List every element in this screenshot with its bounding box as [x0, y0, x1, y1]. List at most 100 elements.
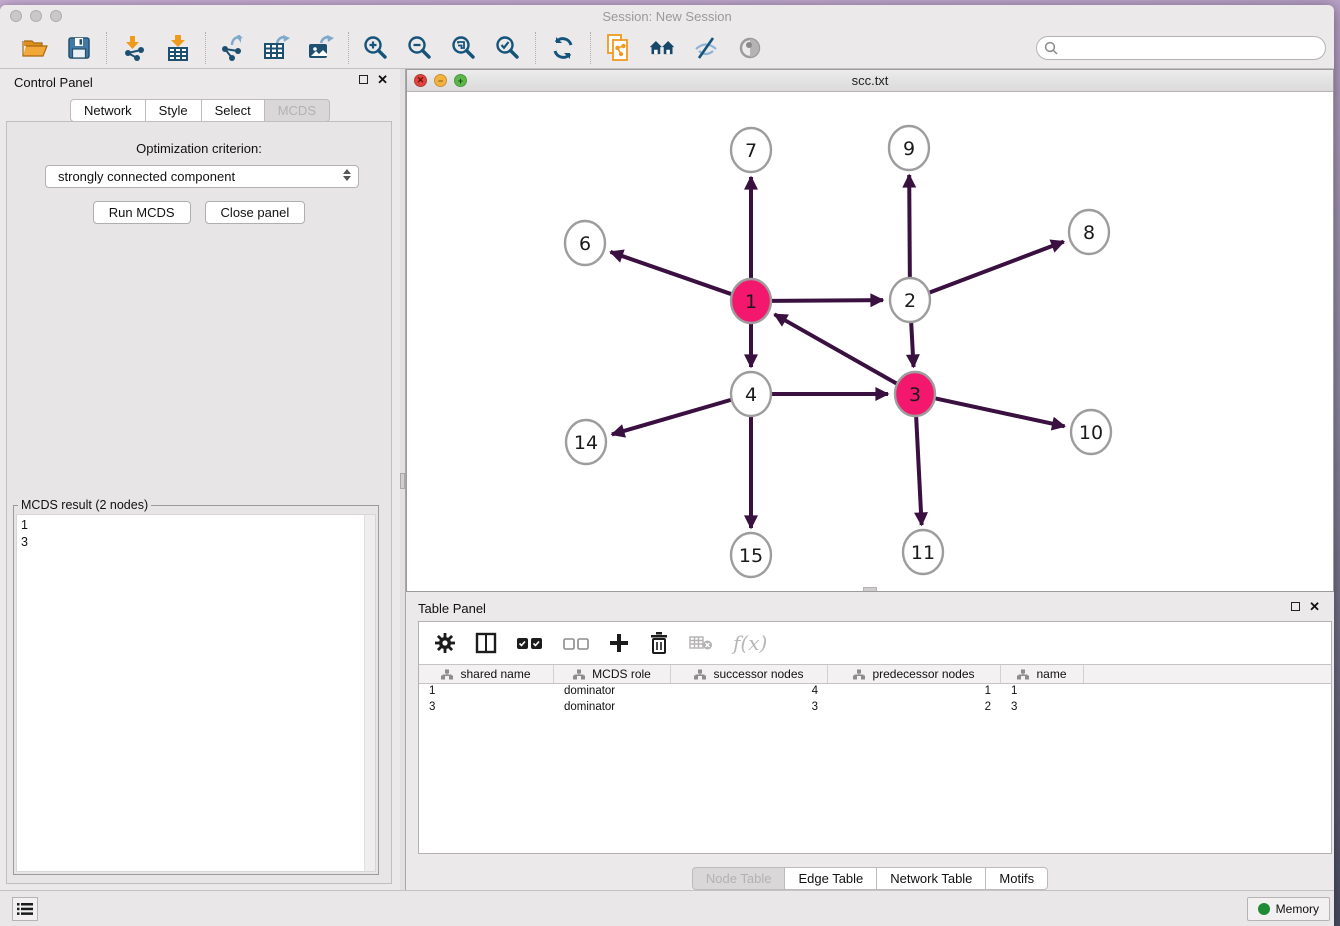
memory-label: Memory: [1276, 902, 1319, 916]
table-cell[interactable]: 3: [1001, 700, 1084, 716]
tab-network-table[interactable]: Network Table: [877, 867, 986, 890]
float-panel-icon[interactable]: [359, 75, 368, 84]
graph-node-11[interactable]: 11: [903, 530, 943, 574]
graph-node-3[interactable]: 3: [895, 372, 935, 416]
graph-edge-3-10[interactable]: [936, 398, 1065, 426]
table-row[interactable]: 1dominator411: [419, 684, 1331, 700]
tab-style[interactable]: Style: [146, 99, 202, 122]
hide-selected-icon[interactable]: [692, 34, 720, 62]
graph-edge-3-11[interactable]: [916, 415, 922, 525]
graph-node-15[interactable]: 15: [731, 533, 771, 577]
table-cell[interactable]: 3: [671, 700, 828, 716]
graph-node-8[interactable]: 8: [1069, 210, 1109, 254]
float-table-panel-icon[interactable]: [1291, 602, 1300, 611]
tab-mcds[interactable]: MCDS: [265, 99, 330, 122]
first-neighbors-icon[interactable]: [648, 34, 676, 62]
zoom-in-icon[interactable]: [362, 34, 390, 62]
table-cell[interactable]: 3: [419, 700, 554, 716]
show-all-icon[interactable]: [736, 34, 764, 62]
graph-edge-2-9[interactable]: [909, 175, 910, 279]
graph-edge-2-8[interactable]: [930, 242, 1064, 293]
close-panel-button[interactable]: Close panel: [205, 201, 306, 224]
graph-edge-4-14[interactable]: [612, 400, 731, 435]
delete-table-icon[interactable]: [689, 635, 713, 651]
table-cell[interactable]: 4: [671, 684, 828, 700]
tab-network[interactable]: Network: [70, 99, 146, 122]
function-builder-icon[interactable]: f(x): [733, 631, 767, 655]
graph-edge-1-6[interactable]: [610, 252, 731, 294]
tab-motifs[interactable]: Motifs: [986, 867, 1048, 890]
export-image-icon[interactable]: [307, 34, 335, 62]
refresh-view-icon[interactable]: [549, 34, 577, 62]
close-table-panel-icon[interactable]: ✕: [1309, 602, 1320, 611]
split-panel-icon[interactable]: [475, 632, 497, 654]
add-column-icon[interactable]: [609, 633, 629, 653]
optimization-criterion-label: Optimization criterion:: [7, 141, 391, 156]
mcds-panel: Optimization criterion: strongly connect…: [6, 121, 392, 884]
svg-text:8: 8: [1083, 222, 1095, 244]
close-panel-icon[interactable]: ✕: [377, 75, 388, 84]
column-header-successor-nodes[interactable]: successor nodes: [671, 665, 828, 683]
save-session-icon[interactable]: [65, 34, 93, 62]
table-cell[interactable]: dominator: [554, 684, 671, 700]
zoom-selected-icon[interactable]: [494, 34, 522, 62]
deselect-all-columns-icon[interactable]: [563, 637, 589, 650]
column-header-MCDS-role[interactable]: MCDS role: [554, 665, 671, 683]
export-network-icon[interactable]: [219, 34, 247, 62]
export-table-icon[interactable]: [263, 34, 291, 62]
open-session-icon[interactable]: [21, 34, 49, 62]
tab-edge-table[interactable]: Edge Table: [785, 867, 877, 890]
graph-node-14[interactable]: 14: [566, 420, 606, 464]
zoom-out-icon[interactable]: [406, 34, 434, 62]
tab-node-table[interactable]: Node Table: [692, 867, 786, 890]
import-table-icon[interactable]: [164, 34, 192, 62]
network-window-titlebar[interactable]: ✕ − + scc.txt: [407, 70, 1333, 92]
result-line: 1: [21, 517, 371, 534]
divider-handle-icon[interactable]: [400, 473, 405, 489]
criterion-select[interactable]: strongly connected component: [45, 165, 359, 188]
search-icon: [1044, 41, 1058, 60]
run-mcds-button[interactable]: Run MCDS: [93, 201, 191, 224]
memory-button[interactable]: Memory: [1247, 897, 1330, 921]
select-all-columns-icon[interactable]: [517, 637, 543, 650]
search-input[interactable]: [1036, 36, 1326, 60]
tab-select[interactable]: Select: [202, 99, 265, 122]
column-type-icon: [853, 669, 865, 680]
graph-edge-1-2[interactable]: [772, 300, 883, 301]
clone-network-icon[interactable]: [604, 34, 632, 62]
column-header-shared-name[interactable]: shared name: [419, 665, 554, 683]
table-cell[interactable]: 2: [828, 700, 1001, 716]
graph-node-9[interactable]: 9: [889, 126, 929, 170]
graph-node-7[interactable]: 7: [731, 128, 771, 172]
import-network-icon[interactable]: [120, 34, 148, 62]
graph-node-10[interactable]: 10: [1071, 410, 1111, 454]
network-resize-handle[interactable]: [863, 587, 877, 591]
graph-edge-3-1[interactable]: [774, 314, 896, 383]
svg-text:9: 9: [903, 138, 915, 160]
mcds-result-text[interactable]: 13: [16, 514, 376, 872]
graph-node-2[interactable]: 2: [890, 278, 930, 322]
svg-text:4: 4: [745, 384, 757, 406]
delete-column-icon[interactable]: [649, 632, 669, 654]
control-panel-title: Control Panel: [14, 75, 93, 90]
graph-node-4[interactable]: 4: [731, 372, 771, 416]
column-type-icon: [1017, 669, 1029, 680]
graph-node-1[interactable]: 1: [731, 279, 771, 323]
column-header-predecessor-nodes[interactable]: predecessor nodes: [828, 665, 1001, 683]
zoom-fit-icon[interactable]: [450, 34, 478, 62]
table-cell[interactable]: 1: [1001, 684, 1084, 700]
table-cell[interactable]: 1: [419, 684, 554, 700]
svg-text:11: 11: [911, 542, 935, 564]
table-row[interactable]: 3dominator323: [419, 700, 1331, 716]
task-history-button[interactable]: [12, 897, 38, 921]
result-line: 3: [21, 534, 371, 551]
column-header-name[interactable]: name: [1001, 665, 1084, 683]
table-cell[interactable]: dominator: [554, 700, 671, 716]
graph-node-6[interactable]: 6: [565, 221, 605, 265]
graph-edge-2-3[interactable]: [911, 321, 913, 367]
network-graph: 1 2 3 4 6 7 8 9 10 11 14 15: [407, 92, 1333, 591]
table-cell[interactable]: 1: [828, 684, 1001, 700]
network-canvas[interactable]: 1 2 3 4 6 7 8 9 10 11 14 15: [407, 92, 1333, 591]
result-scrollbar[interactable]: [364, 515, 375, 871]
table-settings-icon[interactable]: [435, 633, 455, 653]
